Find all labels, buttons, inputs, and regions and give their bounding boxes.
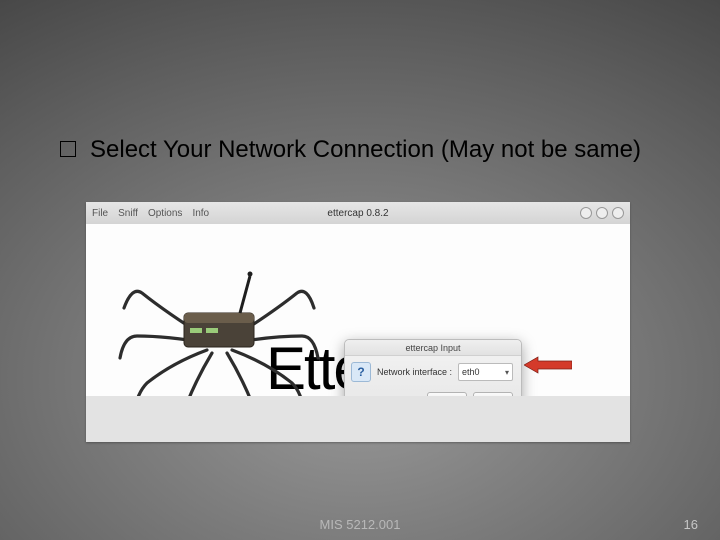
bullet-row: Select Your Network Connection (May not … (60, 135, 670, 165)
close-icon[interactable] (612, 207, 624, 219)
window-controls (580, 207, 624, 219)
bullet-marker (60, 141, 76, 157)
dialog-label: Network interface : (377, 367, 452, 377)
interface-select[interactable]: eth0 ▾ (458, 363, 513, 381)
bullet-text: Select Your Network Connection (May not … (90, 135, 641, 165)
dialog-body: ? Network interface : eth0 ▾ (345, 356, 521, 388)
window-menu: File Sniff Options Info (92, 208, 209, 219)
footer-course: MIS 5212.001 (320, 517, 401, 532)
window-titlebar: File Sniff Options Info ettercap 0.8.2 (86, 202, 630, 225)
slide: Select Your Network Connection (May not … (0, 0, 720, 540)
footer-page: 16 (684, 517, 698, 532)
menu-info[interactable]: Info (192, 208, 209, 219)
maximize-icon[interactable] (596, 207, 608, 219)
app-canvas: Ettercap (86, 224, 630, 442)
question-icon: ? (351, 362, 371, 382)
window-title: ettercap 0.8.2 (327, 208, 388, 219)
app-screenshot: File Sniff Options Info ettercap 0.8.2 E… (86, 202, 630, 442)
menu-options[interactable]: Options (148, 208, 182, 219)
app-statusbar (86, 396, 630, 442)
minimize-icon[interactable] (580, 207, 592, 219)
menu-sniff[interactable]: Sniff (118, 208, 138, 219)
dialog-title: ettercap Input (345, 340, 521, 356)
callout-arrow-icon (524, 356, 572, 374)
menu-file[interactable]: File (92, 208, 108, 219)
chevron-down-icon: ▾ (505, 368, 509, 377)
interface-value: eth0 (462, 367, 480, 377)
